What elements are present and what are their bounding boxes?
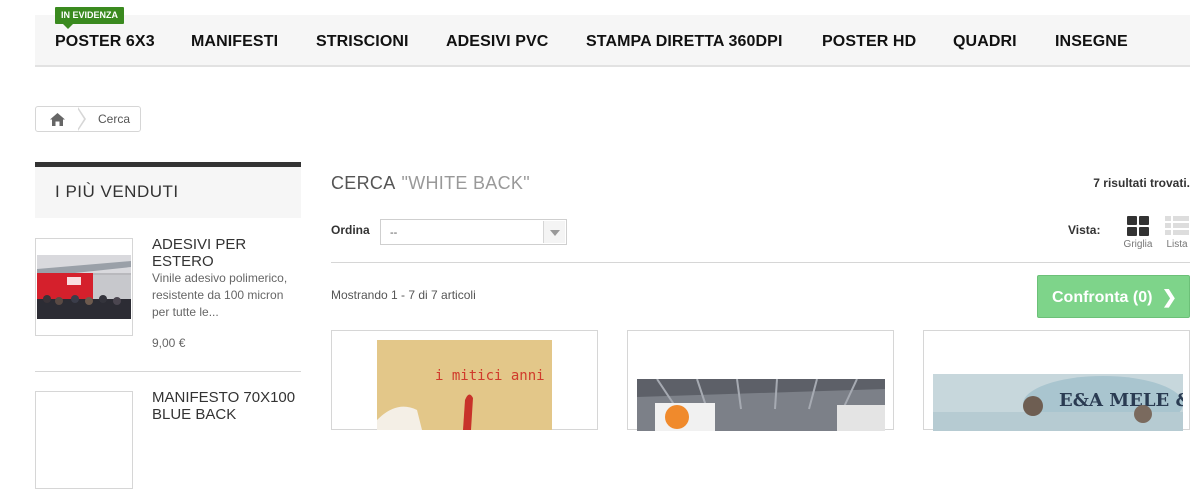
bestseller-price: 9,00 € (152, 336, 186, 350)
breadcrumb: Cerca (35, 106, 142, 132)
home-icon (49, 112, 65, 126)
page-title-label: CERCA (331, 173, 396, 193)
view-label: Vista: (1068, 223, 1101, 237)
product-image[interactable]: E&A MELE & Ci Napoli ABITI (933, 374, 1183, 431)
breadcrumb-current: Cerca (98, 112, 131, 126)
view-grid-label: Griglia (1123, 239, 1153, 250)
menu-item-adesivi-pvc[interactable]: ADESIVI PVC (446, 33, 548, 51)
bestseller-description: Vinile adesivo polimerico, resistente da… (152, 271, 288, 319)
results-count: 7 risultati trovati. (1093, 176, 1190, 190)
view-grid-button[interactable]: Griglia (1120, 216, 1156, 250)
product-image[interactable]: i mitici anni 50 (377, 340, 552, 430)
list-icon (1165, 216, 1189, 235)
product-card[interactable] (627, 330, 894, 431)
product-image-text: i mitici anni 50 (435, 368, 552, 384)
menu-item-poster-hd[interactable]: POSTER HD (822, 33, 916, 51)
page-title: CERCA "WHITE BACK" (331, 173, 530, 194)
divider (331, 262, 1190, 263)
grid-icon (1127, 216, 1149, 236)
chevron-down-icon[interactable] (543, 221, 565, 243)
search-query: "WHITE BACK" (401, 173, 530, 193)
trade-fair-crowd-image (37, 255, 131, 319)
compare-button-label: Confronta (0) (1052, 289, 1153, 306)
product-card[interactable]: E&A MELE & Ci Napoli ABITI (923, 330, 1190, 431)
menu-item-manifesti[interactable]: MANIFESTI (191, 33, 278, 51)
featured-badge: IN EVIDENZA (55, 7, 125, 29)
product-image[interactable] (637, 379, 885, 431)
view-list-button[interactable]: Lista (1162, 216, 1192, 250)
view-list-label: Lista (1166, 239, 1188, 250)
bestseller-title[interactable]: ADESIVI PER ESTERO (152, 236, 302, 270)
bestsellers-title[interactable]: I più venduti (35, 162, 301, 218)
chevron-right-icon: ❯ (1161, 287, 1177, 307)
menu-item-quadri[interactable]: QUADRI (953, 33, 1017, 51)
product-thumbnail[interactable] (35, 391, 133, 489)
compare-button[interactable]: Confronta (0) ❯ (1037, 275, 1190, 318)
breadcrumb-separator (77, 107, 86, 131)
product-card[interactable]: i mitici anni 50 (331, 330, 598, 430)
menu-item-poster-6x3[interactable]: POSTER 6X3 (55, 33, 155, 51)
sort-select-value: -- (390, 227, 398, 239)
breadcrumb-home[interactable] (36, 107, 78, 131)
sort-label: Ordina (331, 223, 370, 237)
menu-item-insegne[interactable]: INSEGNE (1055, 33, 1128, 51)
product-image-text: E&A MELE & Ci Napoli ABITI (1059, 390, 1183, 411)
sort-select[interactable]: -- (380, 219, 567, 245)
product-thumbnail[interactable] (35, 238, 133, 336)
sidebar-divider (35, 371, 301, 372)
top-menu: IN EVIDENZA POSTER 6X3 MANIFESTI STRISCI… (35, 7, 1190, 67)
bestseller-title[interactable]: MANIFESTO 70X100 BLUE BACK (152, 389, 302, 423)
showing-count: Mostrando 1 - 7 di 7 articoli (331, 288, 476, 302)
bestsellers-block: I più venduti (35, 162, 301, 218)
menu-item-stampa-diretta[interactable]: STAMPA DIRETTA 360DPI (586, 33, 783, 51)
menu-item-striscioni[interactable]: STRISCIONI (316, 33, 409, 51)
